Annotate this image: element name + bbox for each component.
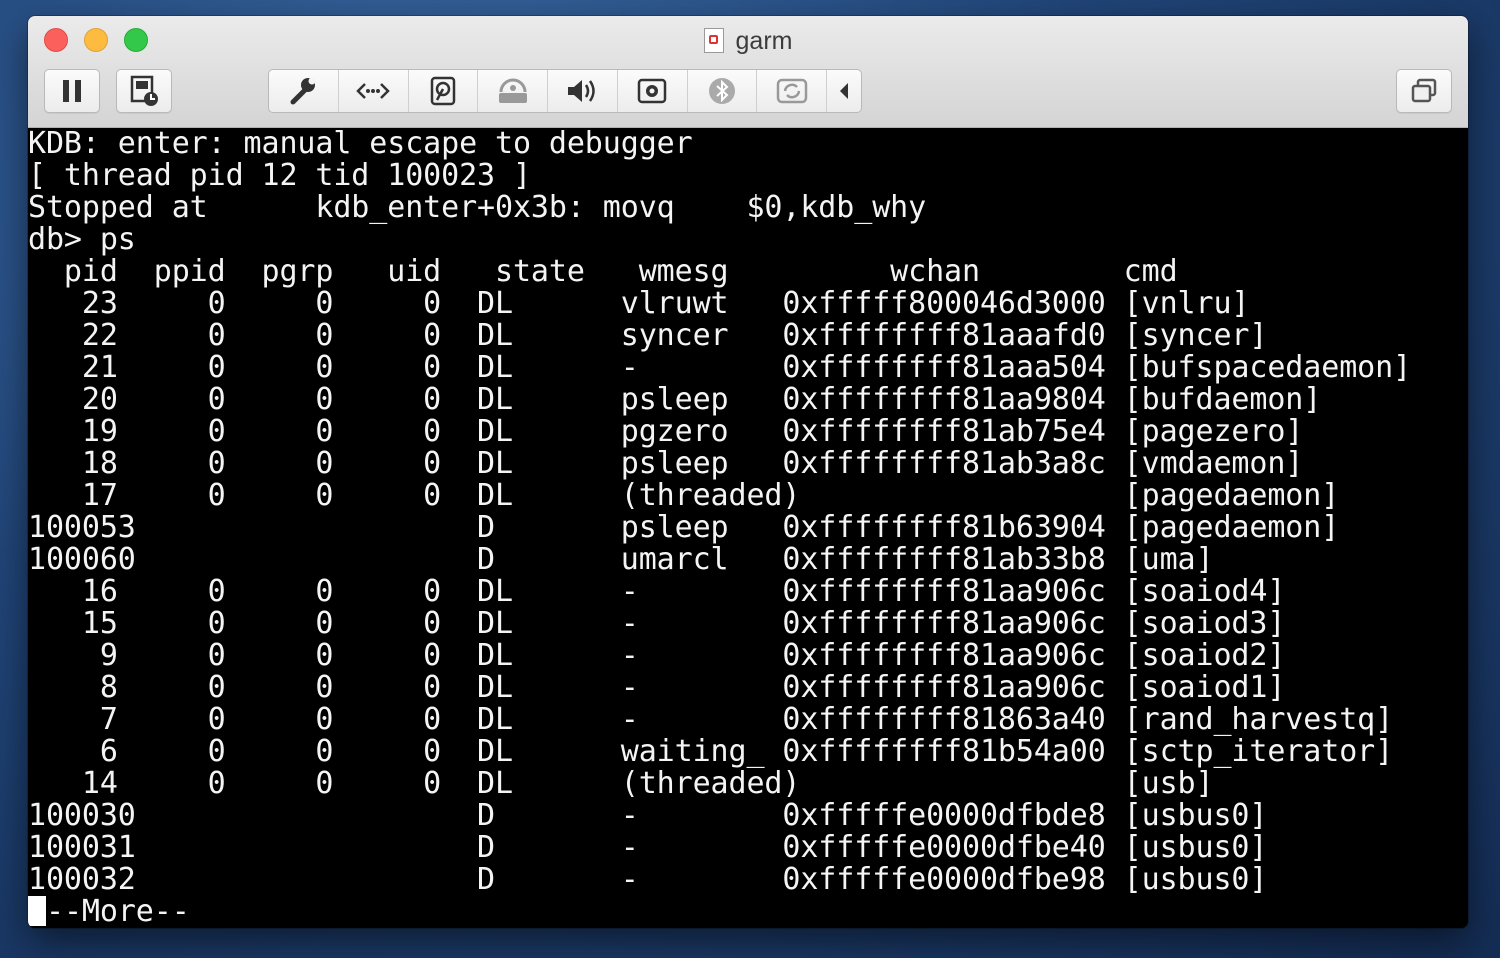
- wrench-icon: [290, 77, 316, 105]
- more-prompt: --More--: [28, 896, 1411, 928]
- window-title: garm: [28, 24, 1468, 58]
- terminal-line: 20 0 0 0 DL psleep 0xffffffff81aa9804 [b…: [28, 382, 1322, 417]
- camera-icon: [637, 78, 667, 104]
- snapshot-button[interactable]: [116, 69, 172, 113]
- pause-button[interactable]: [44, 69, 100, 113]
- cursor-block: [28, 896, 46, 926]
- volume-icon: [568, 80, 596, 102]
- shared-folder-button[interactable]: [478, 70, 549, 112]
- device-toolbar: [268, 69, 862, 113]
- pause-icon: [63, 80, 81, 102]
- shared-folder-icon: [498, 78, 527, 103]
- terminal-line: 100031 D - 0xfffffe0000dfbe40 [usbus0]: [28, 830, 1268, 865]
- back-arrow-icon: [840, 83, 849, 99]
- terminal-line: 21 0 0 0 DL - 0xffffffff81aaa504 [bufspa…: [28, 350, 1412, 385]
- terminal-line: 7 0 0 0 DL - 0xffffffff81863a40 [rand_ha…: [28, 702, 1394, 737]
- terminal-line: KDB: enter: manual escape to debugger: [28, 128, 693, 161]
- terminal-line: 9 0 0 0 DL - 0xffffffff81aa906c [soaiod2…: [28, 638, 1286, 673]
- terminal-line: 100060 D umarcl 0xffffffff81ab33b8 [uma]: [28, 542, 1214, 577]
- terminal-line: 19 0 0 0 DL pgzero 0xffffffff81ab75e4 [p…: [28, 414, 1304, 449]
- snapshot-icon: [130, 75, 158, 106]
- title-bar[interactable]: garm: [28, 16, 1468, 128]
- network-button[interactable]: [339, 70, 409, 112]
- settings-button[interactable]: [269, 70, 339, 112]
- camera-button[interactable]: [618, 70, 688, 112]
- vm-window: garm KDB: enter: manual escape to debugg…: [28, 16, 1468, 928]
- terminal-line: 6 0 0 0 DL waiting_ 0xffffffff81b54a00 […: [28, 734, 1394, 769]
- volume-button[interactable]: [548, 70, 618, 112]
- vm-console[interactable]: KDB: enter: manual escape to debugger[ t…: [28, 128, 1468, 928]
- terminal-line: 8 0 0 0 DL - 0xffffffff81aa906c [soaiod1…: [28, 670, 1286, 705]
- terminal-line: 22 0 0 0 DL syncer 0xffffffff81aaafd0 [s…: [28, 318, 1268, 353]
- windows-icon: [1411, 78, 1437, 103]
- bluetooth-icon: [708, 78, 735, 104]
- terminal-line: db> ps: [28, 222, 136, 257]
- more-prompt-text: --More--: [46, 894, 190, 928]
- usb-sharing-icon: [776, 78, 807, 104]
- windows-button[interactable]: [1396, 69, 1452, 113]
- terminal-line: 15 0 0 0 DL - 0xffffffff81aa906c [soaiod…: [28, 606, 1286, 641]
- terminal-line: 23 0 0 0 DL vlruwt 0xfffff800046d3000 [v…: [28, 286, 1250, 321]
- hard-disk-icon: [430, 76, 456, 106]
- terminal-line: 17 0 0 0 DL (threaded) [pagedaemon]: [28, 478, 1340, 513]
- terminal-line: 100030 D - 0xfffffe0000dfbde8 [usbus0]: [28, 798, 1268, 833]
- network-icon: [356, 83, 390, 99]
- terminal-line: pid ppid pgrp uid state wmesg wchan cmd: [28, 254, 1178, 289]
- back-button[interactable]: [827, 70, 861, 112]
- bluetooth-button[interactable]: [688, 70, 758, 112]
- terminal-line: Stopped at kdb_enter+0x3b: movq $0,kdb_w…: [28, 190, 927, 225]
- terminal-line: 14 0 0 0 DL (threaded) [usb]: [28, 766, 1214, 801]
- usb-sharing-button[interactable]: [757, 70, 828, 112]
- document-icon: [703, 28, 724, 53]
- terminal-line: 100053 D psleep 0xffffffff81b63904 [page…: [28, 510, 1340, 545]
- terminal-line: 100032 D - 0xfffffe0000dfbe98 [usbus0]: [28, 862, 1268, 897]
- terminal-line: 16 0 0 0 DL - 0xffffffff81aa906c [soaiod…: [28, 574, 1286, 609]
- terminal-line: 18 0 0 0 DL psleep 0xffffffff81ab3a8c [v…: [28, 446, 1304, 481]
- terminal-line: [ thread pid 12 tid 100023 ]: [28, 158, 531, 193]
- window-title-text: garm: [735, 27, 793, 55]
- terminal-output: KDB: enter: manual escape to debugger[ t…: [28, 128, 1411, 928]
- disk-button[interactable]: [409, 70, 479, 112]
